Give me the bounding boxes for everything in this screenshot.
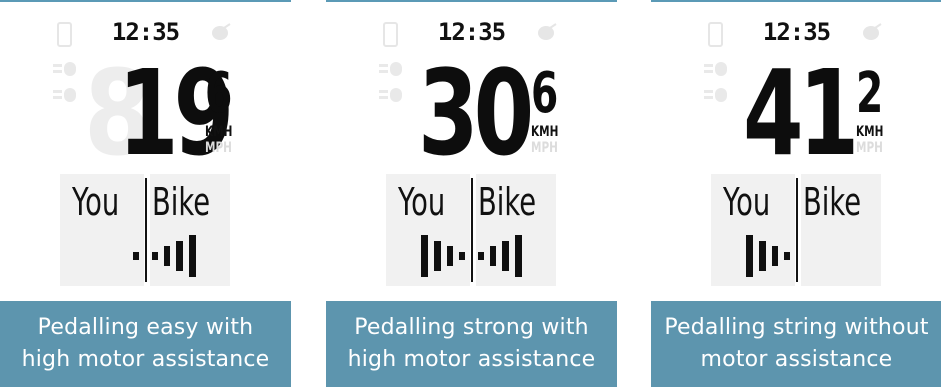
caption-line-1: Pedalling strong with	[354, 315, 589, 340]
bike-level-bar	[176, 241, 183, 271]
you-level-bar	[784, 252, 790, 260]
bike-label: Bike	[152, 180, 211, 224]
clock: 12:35	[111, 18, 180, 46]
unit-kmh: KMH	[531, 124, 559, 140]
bike-level-bar	[478, 252, 484, 260]
bike-level-bar	[152, 252, 158, 260]
bike-level-bar	[515, 235, 522, 277]
caption-line-2: high motor assistance	[347, 347, 596, 372]
bike-label: Bike	[803, 180, 862, 224]
speed-readout: 41	[743, 44, 859, 182]
you-label: You	[398, 180, 446, 224]
you-label: You	[72, 180, 120, 224]
you-level-bar	[772, 246, 778, 266]
lcd-screen: 12:35 8 19 6 KMH MPH You Bike	[0, 2, 291, 300]
satellite-icon	[863, 23, 882, 40]
you-level-bar	[421, 235, 428, 277]
you-label: You	[723, 180, 771, 224]
caption: Pedalling string without motor assistanc…	[651, 301, 941, 387]
satellite-icon	[212, 23, 231, 40]
caption: Pedalling strong with high motor assista…	[326, 301, 617, 387]
bike-level-bar	[490, 246, 496, 266]
you-bike-separator	[796, 178, 798, 282]
unit-mph: MPH	[856, 140, 883, 156]
caption-line-2: high motor assistance	[21, 347, 270, 372]
unit-mph: MPH	[531, 140, 558, 156]
caption: Pedalling easy with high motor assistanc…	[0, 301, 291, 387]
unit-mph: MPH	[205, 140, 232, 156]
speed-readout: 30	[418, 44, 534, 182]
display-panel-1: 12:35 8 19 6 KMH MPH You Bike Pedalling …	[0, 0, 291, 389]
speed-decimal: 6	[531, 61, 559, 126]
you-bike-separator	[145, 178, 147, 282]
lcd-screen: 12:35 30 6 KMH MPH You Bike	[326, 2, 617, 300]
bike-level-bar	[502, 241, 509, 271]
you-level-bar	[447, 246, 453, 266]
you-bike-separator	[471, 178, 473, 282]
caption-line-1: Pedalling easy with	[37, 315, 254, 340]
headlight-icon	[704, 62, 727, 102]
caption-line-1: Pedalling string without	[664, 315, 929, 340]
unit-kmh: KMH	[205, 124, 233, 140]
bike-level-bar	[164, 246, 170, 266]
caption-line-2: motor assistance	[700, 347, 893, 372]
clock: 12:35	[762, 18, 831, 46]
satellite-icon	[538, 23, 557, 40]
you-level-bar	[459, 252, 465, 260]
display-panel-3: 12:35 41 2 KMH MPH You Bike Pedalling st…	[651, 0, 941, 389]
you-level-bar	[746, 235, 753, 277]
headlight-icon	[53, 62, 76, 102]
bike-level-bar	[189, 235, 196, 277]
bike-label: Bike	[478, 180, 537, 224]
you-level-bar	[133, 252, 139, 260]
lcd-screen: 12:35 41 2 KMH MPH You Bike	[651, 2, 941, 300]
unit-kmh: KMH	[856, 124, 884, 140]
speed-decimal: 2	[856, 61, 884, 126]
you-level-bar	[759, 241, 766, 271]
display-panel-2: 12:35 30 6 KMH MPH You Bike Pedalling st…	[326, 0, 617, 389]
speed-decimal: 6	[205, 61, 233, 126]
clock: 12:35	[437, 18, 506, 46]
you-level-bar	[434, 241, 441, 271]
headlight-icon	[379, 62, 402, 102]
